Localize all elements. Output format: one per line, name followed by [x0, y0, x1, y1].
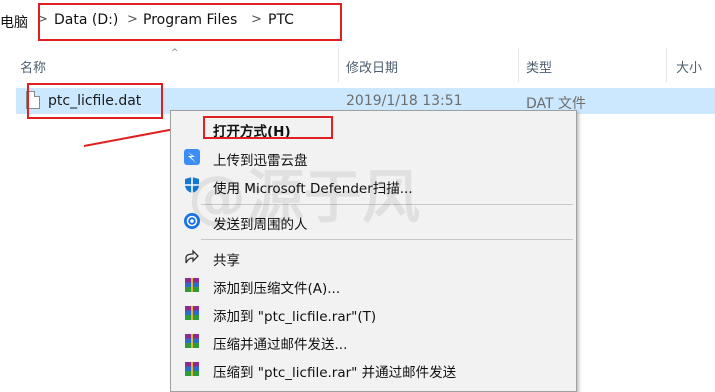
menu-item-compress-email[interactable]: 压缩并通过邮件发送...	[171, 328, 574, 354]
menu-item-thunder-upload[interactable]: 上传到迅雷云盘	[171, 144, 574, 170]
nearby-share-icon	[184, 213, 200, 229]
winrar-icon	[185, 334, 199, 348]
address-bar[interactable]: 电脑 > Data (D:) > Program Files > PTC	[0, 0, 715, 44]
menu-item-label: 压缩到 "ptc_licfile.rar" 并通过邮件发送	[213, 365, 457, 381]
column-name[interactable]: 名称	[20, 57, 46, 76]
menu-item-add-to-rar[interactable]: 添加到 "ptc_licfile.rar"(T)	[171, 300, 574, 326]
winrar-icon	[185, 362, 199, 376]
menu-separator	[201, 239, 573, 240]
menu-item-label: 添加到压缩文件(A)...	[213, 281, 341, 297]
column-size[interactable]: 大小	[676, 57, 702, 76]
file-icon	[26, 91, 40, 109]
sort-up-icon: ^	[171, 48, 179, 58]
menu-item-share[interactable]: 共享	[171, 244, 574, 270]
winrar-icon	[185, 306, 199, 320]
menu-item-label: 压缩并通过邮件发送...	[213, 337, 348, 353]
share-icon	[185, 249, 199, 264]
breadcrumb-this-pc[interactable]: 电脑	[0, 12, 28, 32]
column-header: ^ 名称 修改日期 类型 大小	[0, 48, 715, 82]
menu-item-label: 使用 Microsoft Defender扫描...	[213, 181, 413, 197]
file-name[interactable]: ptc_licfile.dat	[48, 93, 141, 109]
breadcrumb-ptc[interactable]: PTC	[268, 12, 294, 28]
thunder-cloud-icon	[184, 149, 200, 165]
menu-item-label: 共享	[213, 253, 240, 269]
menu-item-compress-rar-email[interactable]: 压缩到 "ptc_licfile.rar" 并通过邮件发送	[171, 356, 574, 382]
menu-item-label: 添加到 "ptc_licfile.rar"(T)	[213, 309, 377, 325]
column-modified[interactable]: 修改日期	[346, 57, 398, 76]
menu-item-nearby-share[interactable]: 发送到周围的人	[171, 208, 574, 234]
defender-shield-icon	[185, 177, 199, 193]
winrar-icon	[185, 278, 199, 292]
column-divider[interactable]	[518, 48, 519, 82]
breadcrumb-program-files[interactable]: Program Files	[143, 12, 237, 28]
menu-item-open-with[interactable]: 打开方式(H)	[171, 115, 574, 141]
context-menu: 打开方式(H) 上传到迅雷云盘 使用 Microsoft Defender扫描.…	[170, 110, 577, 392]
menu-item-label: 发送到周围的人	[213, 217, 308, 233]
breadcrumb-drive[interactable]: Data (D:)	[54, 12, 118, 28]
breadcrumb-separator-icon[interactable]: >	[251, 12, 262, 27]
menu-item-label: 打开方式(H)	[213, 124, 291, 140]
menu-item-defender-scan[interactable]: 使用 Microsoft Defender扫描...	[171, 172, 574, 198]
menu-item-label: 上传到迅雷云盘	[213, 153, 308, 169]
column-type[interactable]: 类型	[526, 57, 552, 76]
menu-separator	[201, 204, 573, 205]
breadcrumb-separator-icon[interactable]: >	[37, 12, 48, 27]
breadcrumb-separator-icon[interactable]: >	[127, 12, 138, 27]
menu-item-add-to-archive[interactable]: 添加到压缩文件(A)...	[171, 272, 574, 298]
column-divider[interactable]	[338, 48, 339, 82]
file-modified: 2019/1/18 13:51	[346, 93, 463, 109]
column-divider[interactable]	[666, 48, 667, 82]
